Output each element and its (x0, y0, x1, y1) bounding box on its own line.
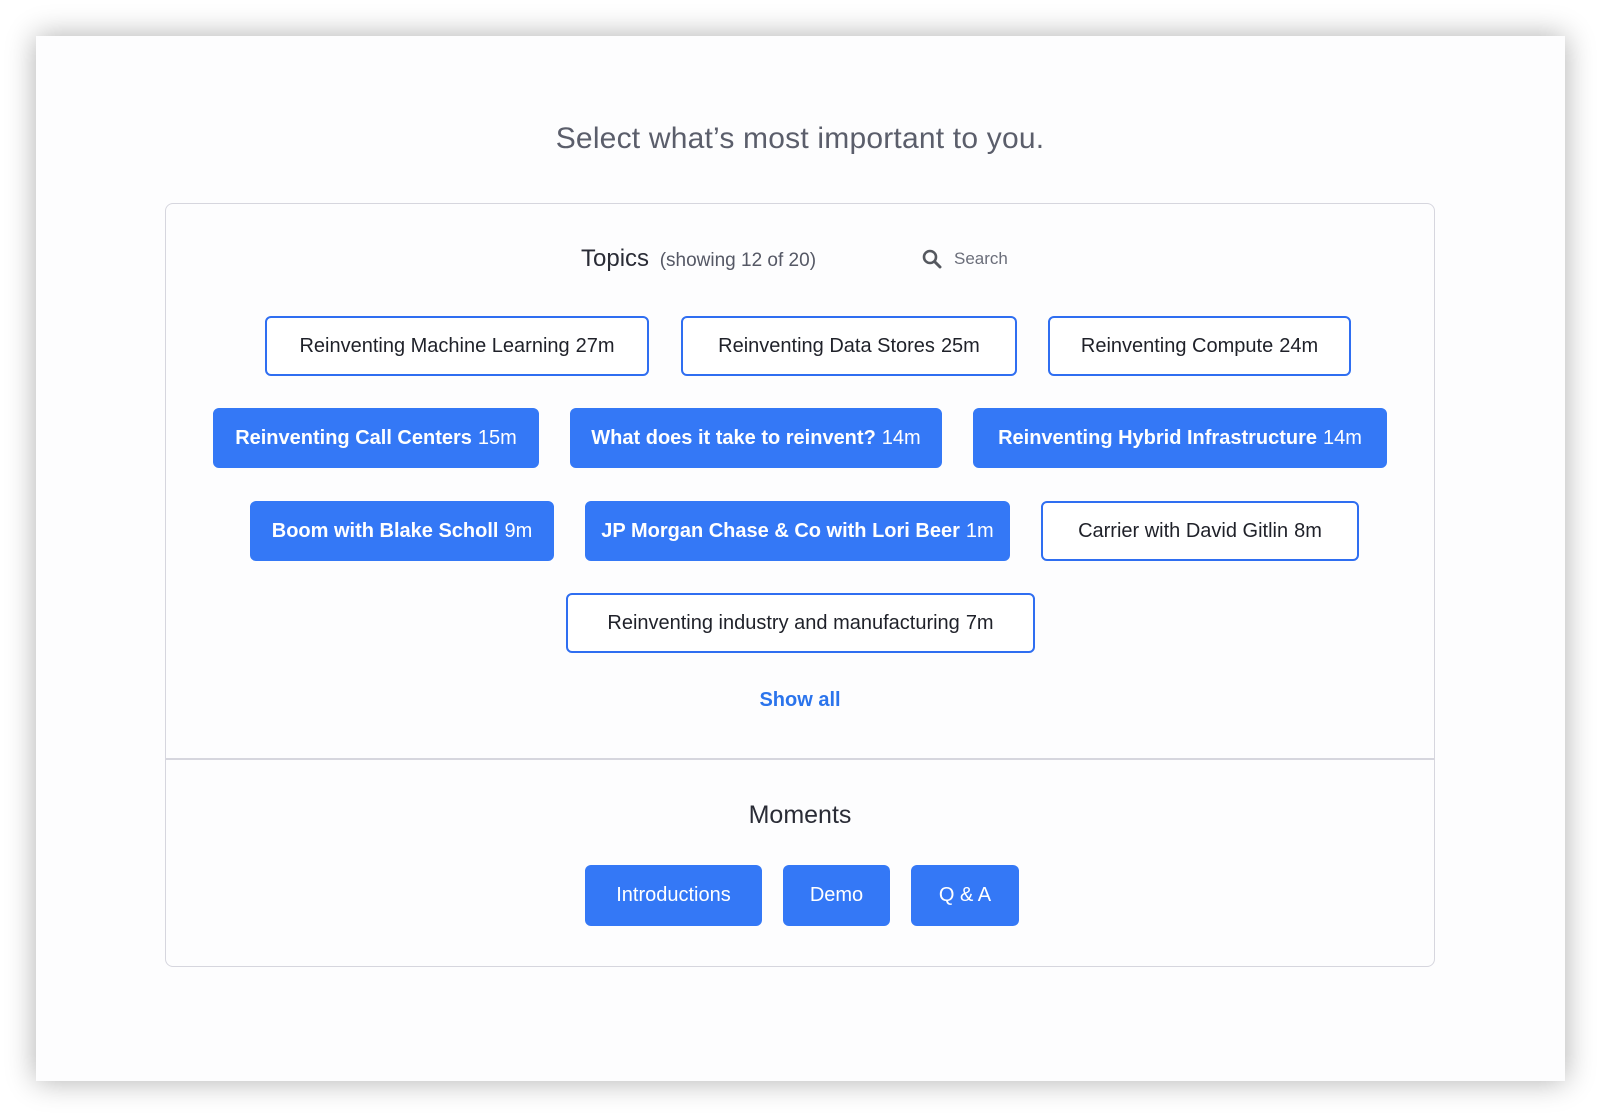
topic-chip[interactable]: Reinventing Compute 24m (1048, 316, 1351, 376)
topics-search[interactable]: Search (922, 249, 1008, 269)
moment-button-qa[interactable]: Q & A (911, 865, 1019, 926)
section-divider (166, 758, 1434, 760)
topic-chip[interactable]: Reinventing industry and manufacturing 7m (566, 593, 1035, 653)
moment-button-demo[interactable]: Demo (783, 865, 890, 926)
search-icon (922, 249, 942, 269)
topics-title: Topics (581, 245, 650, 272)
moments-title: Moments (748, 801, 852, 829)
topics-header: Topics (showing 12 of 20) (581, 245, 816, 273)
topic-chip[interactable]: Carrier with David Gitlin 8m (1041, 501, 1359, 561)
topic-chip[interactable]: Reinventing Machine Learning 27m (265, 316, 649, 376)
topic-chip[interactable]: Reinventing Hybrid Infrastructure 14m (973, 408, 1387, 468)
show-all-link[interactable]: Show all (0, 689, 1600, 712)
topic-chip[interactable]: Boom with Blake Scholl 9m (250, 501, 554, 561)
page-title: Select what’s most important to you. (555, 122, 1045, 155)
moment-button-introductions[interactable]: Introductions (585, 865, 762, 926)
topic-chip[interactable]: Reinventing Call Centers 15m (213, 408, 539, 468)
topic-chip[interactable]: JP Morgan Chase & Co with Lori Beer 1m (585, 501, 1010, 561)
topic-chip[interactable]: Reinventing Data Stores 25m (681, 316, 1017, 376)
search-placeholder[interactable]: Search (954, 249, 1008, 269)
topic-chip[interactable]: What does it take to reinvent? 14m (570, 408, 942, 468)
topics-count: (showing 12 of 20) (659, 250, 817, 271)
